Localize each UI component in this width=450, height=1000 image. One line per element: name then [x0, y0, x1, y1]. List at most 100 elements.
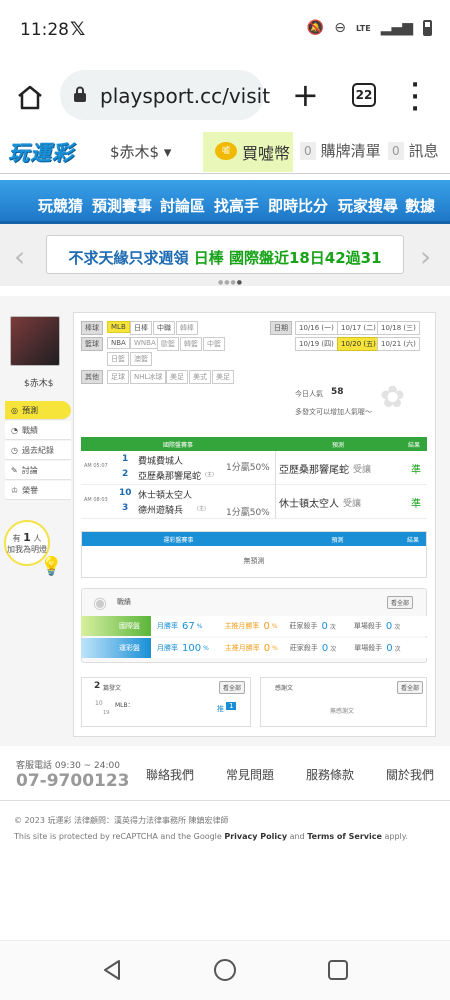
- filter-eurobasket[interactable]: 歐籃: [157, 337, 179, 351]
- carousel-next-icon[interactable]: ›: [420, 240, 431, 273]
- result-badge: 準: [411, 499, 421, 510]
- filter-nbl[interactable]: 澳籃: [130, 352, 152, 366]
- thanks-empty: 無感謝文: [330, 708, 355, 715]
- more-menu-icon[interactable]: · · ·: [410, 75, 420, 121]
- footer-contact-link[interactable]: 聯絡我們: [146, 766, 194, 783]
- win-rate-unit: %: [203, 644, 209, 652]
- date-option[interactable]: 10/18 (三): [377, 321, 420, 335]
- banker-killer-value: 0: [321, 620, 328, 632]
- posts-more-button[interactable]: 看全部: [219, 681, 246, 694]
- recaptcha-apply: apply.: [384, 832, 408, 841]
- home-nav-icon[interactable]: [213, 958, 237, 982]
- filter-nhl[interactable]: NHL冰球: [130, 370, 167, 384]
- filter-nba[interactable]: NBA: [107, 337, 130, 349]
- single-killer-label: 單場殺手: [354, 644, 383, 652]
- record-more-button[interactable]: 看全部: [387, 596, 414, 609]
- nav-item-guess[interactable]: 玩競猜: [38, 195, 83, 216]
- sidebar-item-discuss[interactable]: ✎ 討論: [5, 461, 71, 480]
- banner-text[interactable]: 不求天緣只求週領 日棒 國際盤近18日42過31: [46, 247, 404, 268]
- filter-ncaaf[interactable]: 美式: [189, 370, 211, 384]
- new-tab-icon[interactable]: +: [292, 76, 319, 114]
- recents-icon[interactable]: [326, 958, 350, 982]
- main-rate-unit: %: [272, 644, 278, 652]
- filter-npb[interactable]: 日棒: [130, 321, 152, 335]
- back-icon[interactable]: [100, 958, 124, 982]
- user-menu[interactable]: $赤木$ ▾: [110, 141, 171, 162]
- header-match: 運彩盤賽事: [163, 536, 194, 544]
- team-name: 德州遊騎兵: [138, 506, 184, 516]
- banker-killer-label: 莊家殺手: [289, 644, 318, 652]
- sidebar-item-label: 討論: [21, 465, 38, 475]
- sidebar-item-predict[interactable]: ◎ 預測: [5, 401, 71, 420]
- main-rate-value: 0: [263, 620, 270, 632]
- home-icon[interactable]: [16, 84, 44, 110]
- post-category[interactable]: MLB：: [115, 700, 134, 709]
- sport-table-header: 運彩盤賽事 預測 結果: [82, 532, 426, 546]
- sidebar-item-history[interactable]: ◷ 過去紀錄: [5, 441, 71, 460]
- filter-cba[interactable]: 中籃: [203, 337, 225, 351]
- table-row[interactable]: AM 05:07 1 費城費城人 2 亞歷桑那響尾蛇 (主) 1分贏50% 亞歷…: [81, 451, 427, 485]
- single-killer-unit: 次: [394, 623, 401, 631]
- network-label: LTE: [355, 23, 371, 33]
- header-result: 結果: [407, 441, 420, 449]
- footer-faq-link[interactable]: 常見問題: [226, 766, 274, 783]
- team-number: 3: [122, 503, 129, 513]
- single-killer-label: 單場殺手: [353, 622, 382, 630]
- filter-wnba[interactable]: WNBA: [130, 337, 160, 349]
- date-option[interactable]: 10/19 (四): [295, 337, 338, 351]
- record-row-label: 運彩盤: [81, 638, 151, 658]
- filter-soccer[interactable]: 足球: [107, 370, 129, 384]
- date-option[interactable]: 10/21 (六): [377, 337, 420, 351]
- record-title: 戰績: [117, 598, 131, 606]
- footer-about-link[interactable]: 關於我們: [386, 766, 434, 783]
- coin-icon: 噓: [215, 142, 237, 160]
- nav-item-data[interactable]: 數據: [405, 195, 435, 216]
- date-option-selected[interactable]: 10/20 (五): [337, 337, 380, 351]
- mute-icon: 🔕: [306, 20, 325, 36]
- cart-link[interactable]: 0 購牌清單: [300, 140, 381, 161]
- buy-coin-label[interactable]: 買噓幣: [242, 140, 290, 164]
- record-icon: ◉: [93, 593, 107, 612]
- url-text[interactable]: playsport.cc/visit: [100, 84, 270, 108]
- header-pick: 預測: [331, 441, 344, 449]
- win-rate-label: 月勝率: [157, 622, 178, 630]
- footer-terms-link[interactable]: 服務條款: [306, 766, 354, 783]
- filter-football[interactable]: 美足: [212, 370, 234, 384]
- message-link[interactable]: 0 訊息: [388, 140, 439, 161]
- sidebar-item-honor[interactable]: ♔ 榮譽: [5, 481, 71, 500]
- filter-bleague[interactable]: 日籃: [107, 352, 129, 366]
- bulb-text-unit: 人: [33, 534, 42, 543]
- nav-item-livescore[interactable]: 即時比分: [268, 195, 328, 216]
- terms-of-service-link[interactable]: Terms of Service: [307, 832, 382, 841]
- nav-item-predict[interactable]: 預測賽事: [92, 195, 152, 216]
- tab-count-button[interactable]: 22: [352, 83, 376, 107]
- filter-mlb[interactable]: MLB: [107, 321, 130, 333]
- site-logo[interactable]: 玩運彩: [8, 137, 74, 167]
- filter-kbl[interactable]: 韓籃: [180, 337, 202, 351]
- message-label: 訊息: [408, 142, 439, 160]
- header-pick: 預測: [331, 536, 344, 544]
- medal-icon: ♔: [11, 485, 19, 495]
- win-rate-value: 67: [182, 620, 195, 632]
- filter-nfl[interactable]: 美足: [166, 370, 188, 384]
- table-row[interactable]: AM 08:03 10 休士頓太空人 3 德州遊騎兵 (主) 1分贏50% 休士…: [81, 485, 427, 519]
- carousel-prev-icon[interactable]: ‹: [14, 240, 25, 273]
- service-phone[interactable]: 07-9700123: [16, 771, 130, 791]
- footer-divider: [0, 800, 450, 801]
- privacy-policy-link[interactable]: Privacy Policy: [224, 832, 287, 841]
- filter-cpbl[interactable]: 中職: [153, 321, 175, 335]
- bulb-text-suffix: 加我為明燈: [7, 545, 47, 554]
- filter-kbo[interactable]: 韓棒: [176, 321, 198, 335]
- sidebar-item-record[interactable]: ◔ 戰績: [5, 421, 71, 440]
- nav-item-forum[interactable]: 討論區: [160, 195, 205, 216]
- main-rate-unit: %: [271, 622, 278, 630]
- header-match: 國際盤賽事: [162, 441, 193, 449]
- nav-item-experts[interactable]: 找高手: [214, 195, 259, 216]
- nav-item-player-search[interactable]: 玩家搜尋: [338, 195, 398, 216]
- thanks-more-button[interactable]: 看全部: [397, 681, 424, 694]
- date-option[interactable]: 10/16 (一): [295, 321, 338, 335]
- sidebar-item-label: 過去紀錄: [21, 445, 54, 455]
- main-rate-value: 0: [263, 642, 271, 654]
- x-app-icon: 𝕏: [70, 18, 86, 40]
- date-option[interactable]: 10/17 (二): [337, 321, 380, 335]
